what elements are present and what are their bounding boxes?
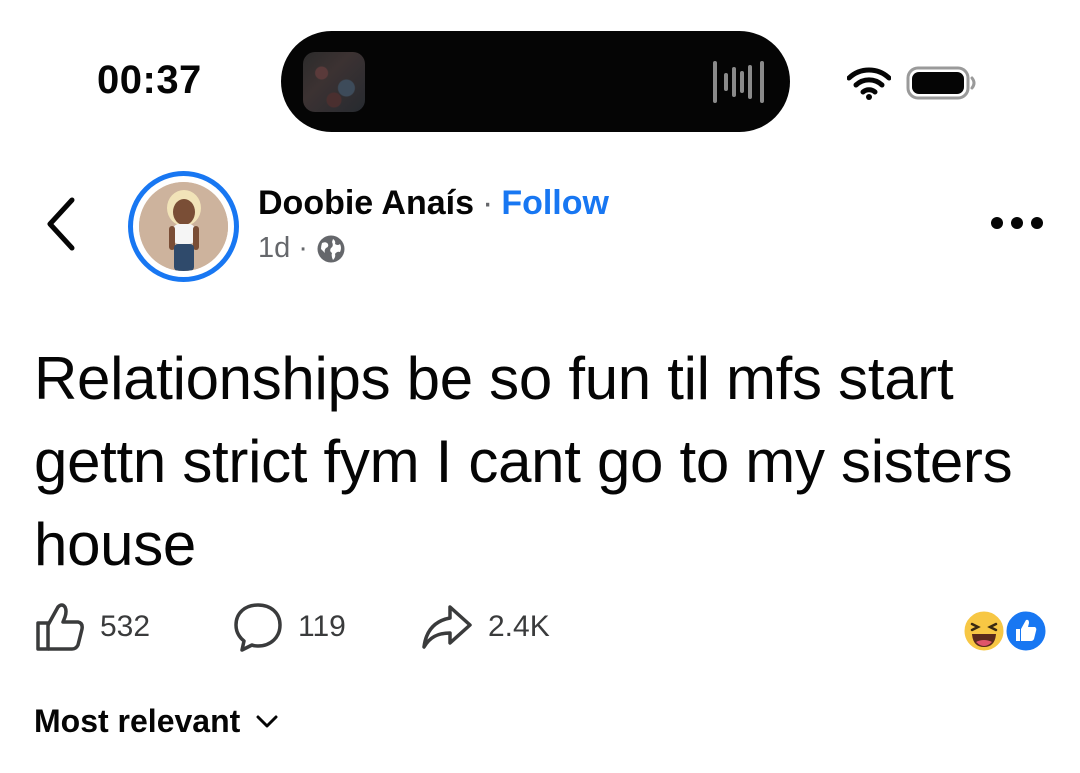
like-count: 532: [100, 610, 151, 643]
share-button[interactable]: 2.4K: [420, 597, 550, 657]
author-name[interactable]: Doobie Anaís: [258, 184, 474, 222]
post-text: Relationships be so fun til mfs start ge…: [34, 345, 1013, 578]
reaction-summary[interactable]: [960, 607, 1050, 655]
dynamic-island[interactable]: [281, 31, 790, 132]
comment-button[interactable]: 119: [232, 597, 346, 657]
share-count: 2.4K: [488, 610, 550, 643]
meta-separator-dot: ·: [298, 232, 308, 264]
follow-button[interactable]: Follow: [501, 184, 609, 222]
battery-icon: [906, 66, 976, 100]
globe-icon: [317, 235, 345, 262]
comments-sort-label: Most relevant: [34, 703, 241, 739]
audio-waveform-icon: [713, 61, 764, 103]
thumbs-up-icon: [36, 603, 84, 651]
separator-dot: ·: [482, 184, 494, 222]
wifi-icon: [847, 67, 891, 100]
comment-count: 119: [298, 610, 346, 643]
like-reaction-icon: [1003, 608, 1049, 654]
like-button[interactable]: 532: [34, 597, 150, 657]
haha-emoji-icon: [961, 608, 1007, 654]
avatar-figure: [139, 182, 228, 271]
share-arrow-icon: [422, 605, 472, 649]
comments-sort-dropdown[interactable]: Most relevant: [34, 703, 278, 740]
status-time: 00:37: [97, 58, 202, 102]
author-line: Doobie Anaís · Follow: [258, 184, 609, 223]
now-playing-thumbnail: [303, 52, 365, 112]
avatar-photo: [139, 182, 228, 271]
post-meta: 1d ·: [258, 232, 346, 265]
post-timestamp[interactable]: 1d: [258, 232, 290, 265]
author-avatar[interactable]: [128, 171, 239, 282]
chevron-down-icon: [256, 715, 278, 727]
more-options-icon[interactable]: [990, 214, 1044, 232]
back-chevron-icon[interactable]: [44, 196, 78, 252]
comment-bubble-icon: [234, 603, 282, 652]
